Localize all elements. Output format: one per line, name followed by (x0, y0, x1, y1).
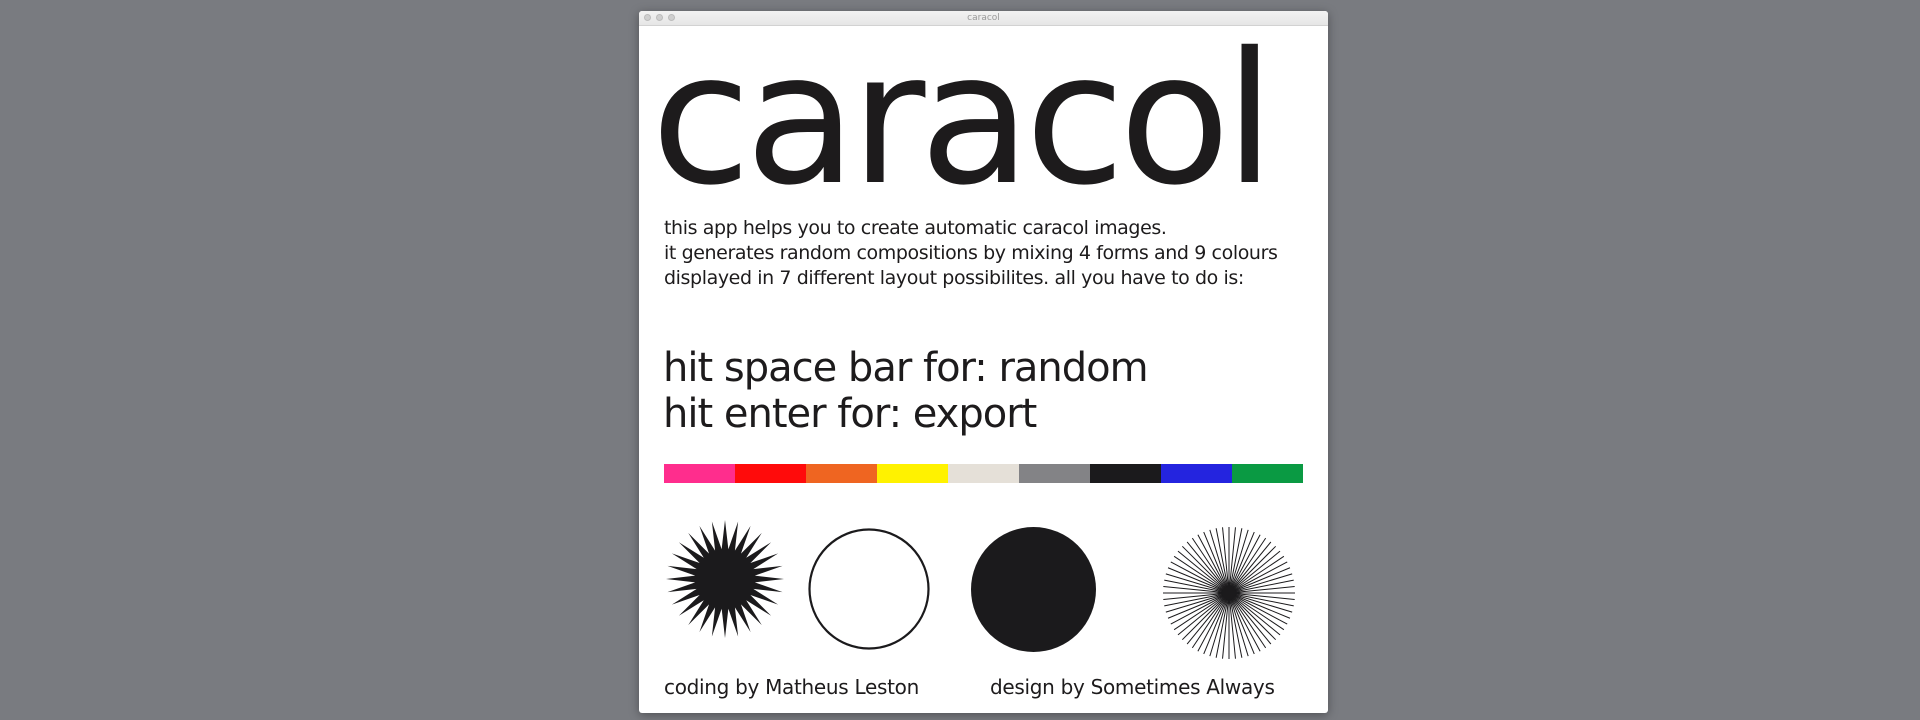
intro-line: this app helps you to create automatic c… (664, 217, 1167, 239)
intro-line: it generates random compositions by mixi… (664, 242, 1278, 264)
spiky-star-icon (666, 520, 784, 638)
colour-swatch (1090, 464, 1161, 483)
intro-text: this app helps you to create automatic c… (664, 216, 1278, 291)
colour-swatch (735, 464, 806, 483)
colour-palette (664, 464, 1303, 483)
enter-instruction: hit enter for: export (663, 391, 1037, 437)
command-instructions: hit space bar for: random hit enter for:… (663, 345, 1149, 437)
colour-swatch (948, 464, 1019, 483)
app-window: caracol caracol this app helps you to cr… (639, 11, 1328, 713)
colour-swatch (1019, 464, 1090, 483)
intro-line: displayed in 7 different layout possibil… (664, 267, 1244, 289)
colour-swatch (806, 464, 877, 483)
forms-row (664, 518, 1303, 668)
colour-swatch (664, 464, 735, 483)
space-bar-instruction: hit space bar for: random (663, 345, 1149, 391)
app-title: caracol (651, 13, 1275, 225)
colour-swatch (1161, 464, 1232, 483)
colour-swatch (1232, 464, 1303, 483)
disc-icon (971, 527, 1096, 652)
colour-swatch (877, 464, 948, 483)
ring-icon (808, 528, 930, 650)
coding-credit: coding by Matheus Leston (664, 675, 919, 699)
design-credit: design by Sometimes Always (990, 675, 1275, 699)
radial-lines-icon (1163, 527, 1295, 659)
